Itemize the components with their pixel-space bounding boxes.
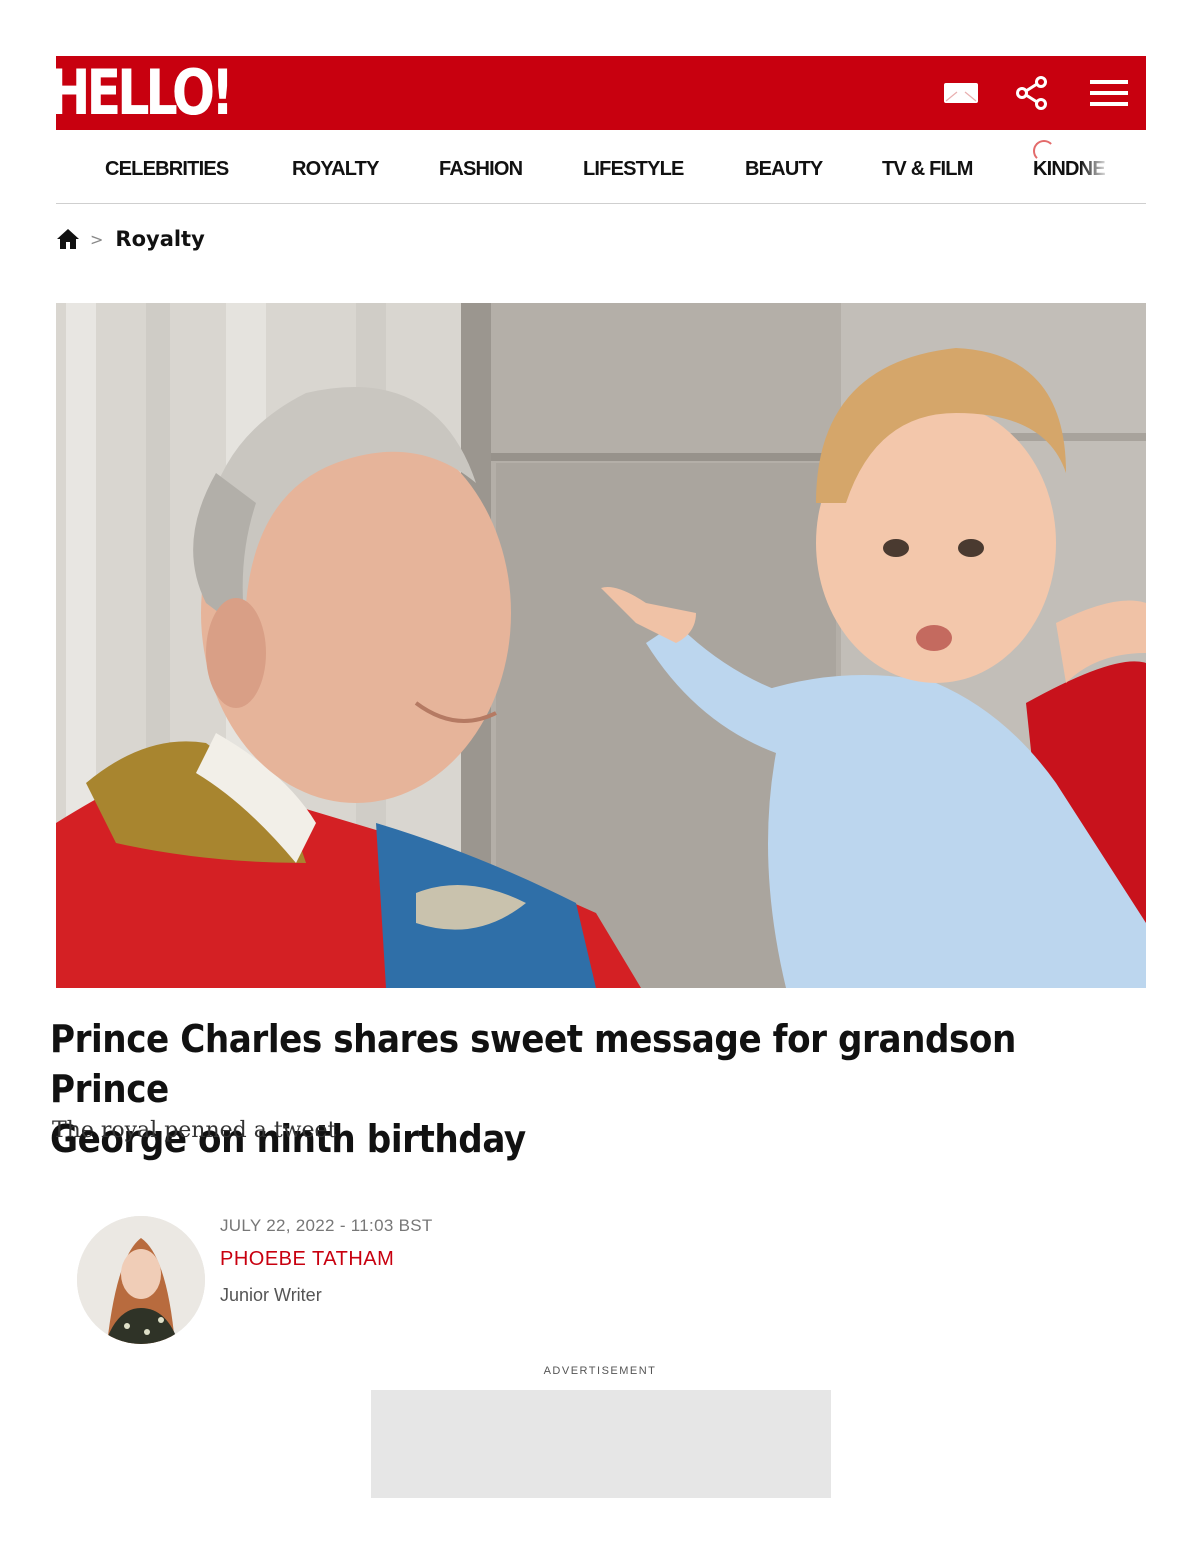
headline-line-1: Prince Charles shares sweet message for …	[50, 1017, 1016, 1111]
breadcrumb: > Royalty	[56, 224, 205, 254]
breadcrumb-royalty[interactable]: Royalty	[115, 227, 204, 251]
author-avatar[interactable]	[77, 1216, 205, 1344]
nav-fade	[1080, 140, 1110, 200]
nav-item-fashion[interactable]: FASHION	[439, 140, 523, 200]
site-header: HELLO!	[56, 56, 1146, 130]
nav-item-beauty[interactable]: BEAUTY	[745, 140, 823, 200]
nav-item-lifestyle[interactable]: LIFESTYLE	[583, 140, 684, 200]
hamburger-menu-icon[interactable]	[1086, 56, 1132, 130]
author-role: Junior Writer	[220, 1285, 322, 1305]
author-name-link[interactable]: PHOEBE TATHAM	[220, 1248, 394, 1271]
home-icon[interactable]	[56, 228, 80, 250]
advertisement-label: ADVERTISEMENT	[543, 1365, 657, 1377]
site-logo[interactable]: HELLO!	[56, 58, 234, 128]
share-icon[interactable]	[1012, 56, 1052, 130]
nav-item-celebrities[interactable]: CELEBRITIES	[105, 140, 229, 200]
advertisement-slot[interactable]	[371, 1390, 831, 1498]
article-subheadline: The royal penned a tweet	[52, 1118, 337, 1143]
loading-spinner-icon	[1033, 140, 1055, 162]
nav-item-royalty[interactable]: ROYALTY	[292, 140, 379, 200]
publish-date: JULY 22, 2022 - 11:03 BST	[220, 1216, 433, 1235]
breadcrumb-separator: >	[90, 229, 104, 249]
newsletter-icon[interactable]	[940, 56, 982, 130]
hero-image[interactable]	[56, 303, 1146, 988]
section-nav: CELEBRITIES ROYALTY FASHION LIFESTYLE BE…	[56, 140, 1146, 204]
nav-item-tv-film[interactable]: TV & FILM	[882, 140, 973, 200]
